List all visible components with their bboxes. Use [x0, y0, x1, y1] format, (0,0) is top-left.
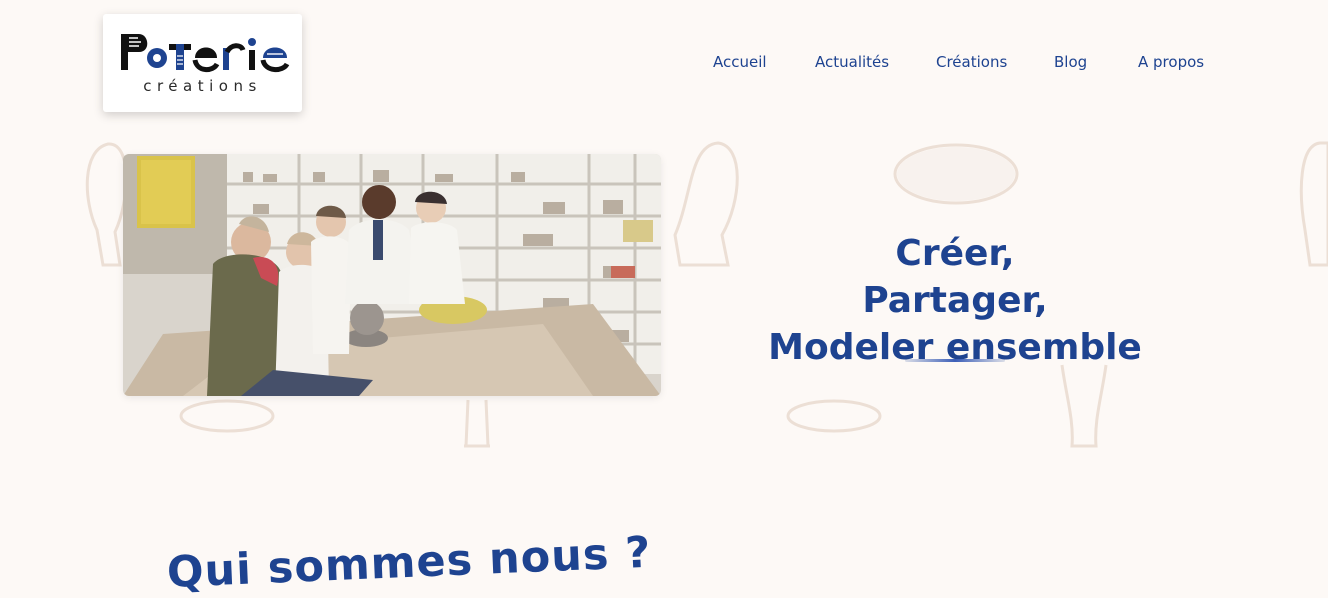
tool-outline-decoration: [464, 399, 490, 448]
oval-outline-decoration: [179, 399, 275, 433]
hero-heading: Créer, Partager, Modeler ensemble: [740, 230, 1170, 371]
hero-heading-underline: [905, 359, 1005, 362]
tool-outline-decoration: [1060, 364, 1108, 448]
hero-photo: [123, 154, 661, 396]
nav-link-accueil[interactable]: Accueil: [713, 53, 767, 71]
hero-heading-line: Modeler ensemble: [768, 327, 1142, 369]
tool-outline-decoration: [85, 142, 128, 267]
nav-link-blog[interactable]: Blog: [1054, 53, 1087, 71]
workshop-photo-illustration: [123, 154, 661, 396]
nav-link-a-propos[interactable]: A propos: [1138, 53, 1204, 71]
hero-heading-line: Créer,: [895, 233, 1015, 275]
hero-heading-line: Partager,: [862, 280, 1048, 322]
nav-link-actualites[interactable]: Actualités: [815, 53, 889, 71]
main-navigation: Accueil Actualités Créations Blog A prop…: [0, 53, 1328, 75]
tool-outline-decoration: [673, 141, 739, 267]
nav-link-creations[interactable]: Créations: [936, 53, 1007, 71]
logo-subtitle: créations: [143, 77, 262, 95]
tool-outline-decoration: [1299, 141, 1328, 267]
oval-outline-decoration: [786, 399, 882, 433]
